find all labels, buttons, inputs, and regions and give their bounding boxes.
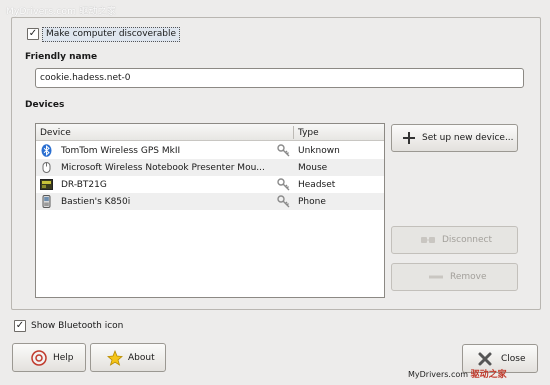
friendly-name-input[interactable] <box>35 68 524 88</box>
column-header-type[interactable]: Type <box>298 128 319 138</box>
devices-title: Devices <box>25 100 65 110</box>
key-icon <box>277 144 290 157</box>
headset-icon <box>40 179 53 190</box>
setup-button-label: Set up new device... <box>422 133 514 143</box>
device-type: Phone <box>298 197 326 207</box>
disconnect-icon <box>420 234 436 246</box>
help-button-label: Help <box>53 352 74 363</box>
about-button-label: About <box>128 352 155 363</box>
check-icon: ✓ <box>28 28 38 39</box>
discoverable-label[interactable]: Make computer discoverable <box>42 27 181 42</box>
column-header-device[interactable]: Device <box>40 128 71 138</box>
column-separator <box>293 126 294 139</box>
key-icon <box>277 195 290 208</box>
show-bluetooth-icon-checkbox[interactable]: ✓ <box>14 320 26 332</box>
help-icon <box>31 349 47 366</box>
close-button-label: Close <box>501 353 526 364</box>
disconnect-button-label: Disconnect <box>442 235 492 245</box>
about-button[interactable]: About <box>90 343 166 372</box>
key-icon <box>277 178 290 191</box>
device-name: TomTom Wireless GPS MkII <box>61 146 181 156</box>
disconnect-button[interactable]: Disconnect <box>391 226 518 254</box>
device-row[interactable]: TomTom Wireless GPS MkII Unknown <box>36 142 384 159</box>
watermark-cn: 驱动之家 <box>470 370 507 380</box>
plus-icon <box>402 131 416 145</box>
watermark-top: MyDrivers.com 驱动之家 <box>6 7 117 17</box>
mouse-icon <box>42 162 51 173</box>
device-row[interactable]: Microsoft Wireless Notebook Presenter Mo… <box>36 159 384 176</box>
watermark-site: MyDrivers.com <box>408 370 469 379</box>
device-list[interactable]: Device Type TomTom Wireless GPS MkII Unk… <box>35 123 385 298</box>
device-row[interactable]: DR-BT21G Headset <box>36 176 384 193</box>
device-list-header: Device Type <box>36 124 384 141</box>
setup-new-device-button[interactable]: Set up new device... <box>391 124 518 152</box>
device-name: Bastien's K850i <box>61 197 131 207</box>
device-type: Headset <box>298 180 336 190</box>
phone-icon <box>42 195 51 208</box>
show-bluetooth-icon-label[interactable]: Show Bluetooth icon <box>31 321 123 331</box>
device-row[interactable]: Bastien's K850i Phone <box>36 193 384 210</box>
bluetooth-icon <box>41 144 52 157</box>
device-type: Mouse <box>298 163 328 173</box>
watermark-bottom: MyDrivers.com 驱动之家 <box>408 367 507 380</box>
friendly-name-title: Friendly name <box>25 52 98 62</box>
remove-button-label: Remove <box>450 272 487 282</box>
close-icon <box>477 351 493 367</box>
check-icon: ✓ <box>15 320 25 331</box>
device-type: Unknown <box>298 146 340 156</box>
help-button[interactable]: Help <box>12 343 86 372</box>
remove-button[interactable]: Remove <box>391 263 518 291</box>
device-name: DR-BT21G <box>61 180 107 190</box>
device-name: Microsoft Wireless Notebook Presenter Mo… <box>61 163 265 173</box>
star-icon <box>107 349 123 366</box>
minus-icon <box>428 274 444 280</box>
discoverable-checkbox[interactable]: ✓ <box>27 28 39 40</box>
